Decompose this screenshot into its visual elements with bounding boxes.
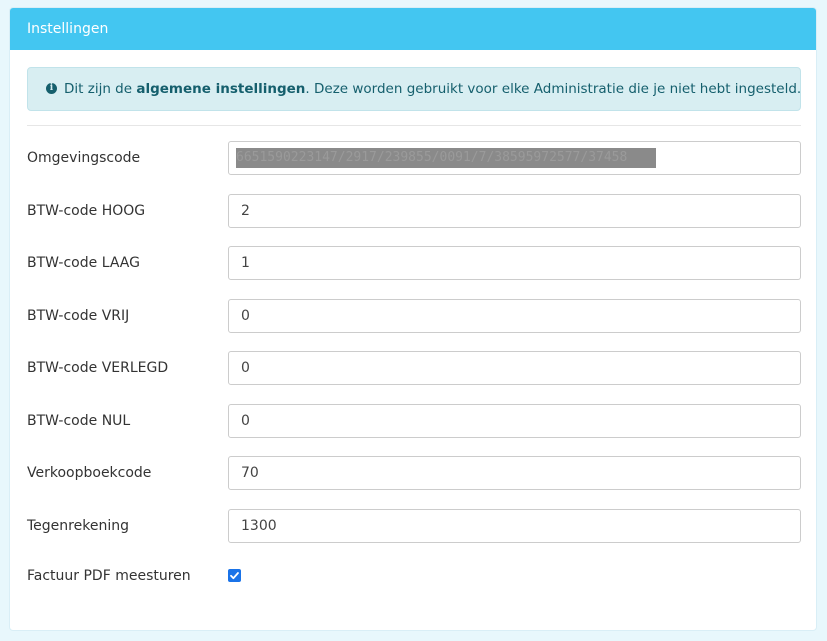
info-alert: i Dit zijn de algemene instellingen. Deze… [27, 67, 801, 111]
alert-prefix: Dit zijn de [64, 81, 137, 97]
panel-title: Instellingen [10, 8, 816, 50]
row-tegenrekening: Tegenrekening [27, 509, 801, 543]
tegenrekening-label: Tegenrekening [27, 518, 129, 534]
row-btw-hoog: BTW-code HOOG [27, 194, 801, 228]
btw-laag-label: BTW-code LAAG [27, 255, 140, 271]
btw-nul-input[interactable] [228, 404, 801, 438]
check-icon [230, 572, 239, 580]
row-verkoopboekcode: Verkoopboekcode [27, 456, 801, 490]
settings-panel: Instellingen i Dit zijn de algemene inste… [9, 7, 817, 631]
alert-suffix: . Deze worden gebruikt voor elke Adminis… [305, 81, 802, 97]
tegenrekening-input[interactable] [228, 509, 801, 543]
row-omgevingscode: Omgevingscode 6651590223147/2917/239855/… [27, 141, 801, 175]
row-btw-laag: BTW-code LAAG [27, 246, 801, 280]
btw-vrij-input[interactable] [228, 299, 801, 333]
factuur-pdf-checkbox[interactable] [228, 569, 241, 582]
omgevingscode-input[interactable]: 6651590223147/2917/239855/0091/7/3859597… [228, 141, 801, 175]
factuur-pdf-label: Factuur PDF meesturen [27, 568, 191, 584]
info-circle-icon: i [46, 82, 57, 94]
divider [27, 125, 801, 126]
row-factuur-pdf: Factuur PDF meesturen [27, 559, 801, 593]
btw-laag-input[interactable] [228, 246, 801, 280]
alert-bold: algemene instellingen [136, 81, 306, 97]
btw-nul-label: BTW-code NUL [27, 413, 131, 429]
verkoopboekcode-label: Verkoopboekcode [27, 465, 152, 481]
row-btw-verlegd: BTW-code VERLEGD [27, 351, 801, 385]
omgevingscode-value: 6651590223147/2917/239855/0091/7/3859597… [236, 148, 656, 168]
btw-verlegd-label: BTW-code VERLEGD [27, 360, 169, 376]
verkoopboekcode-input[interactable] [228, 456, 801, 490]
btw-hoog-input[interactable] [228, 194, 801, 228]
omgevingscode-label: Omgevingscode [27, 150, 141, 166]
btw-hoog-label: BTW-code HOOG [27, 203, 146, 219]
row-btw-vrij: BTW-code VRIJ [27, 299, 801, 333]
row-btw-nul: BTW-code NUL [27, 404, 801, 438]
btw-verlegd-input[interactable] [228, 351, 801, 385]
btw-vrij-label: BTW-code VRIJ [27, 308, 130, 324]
